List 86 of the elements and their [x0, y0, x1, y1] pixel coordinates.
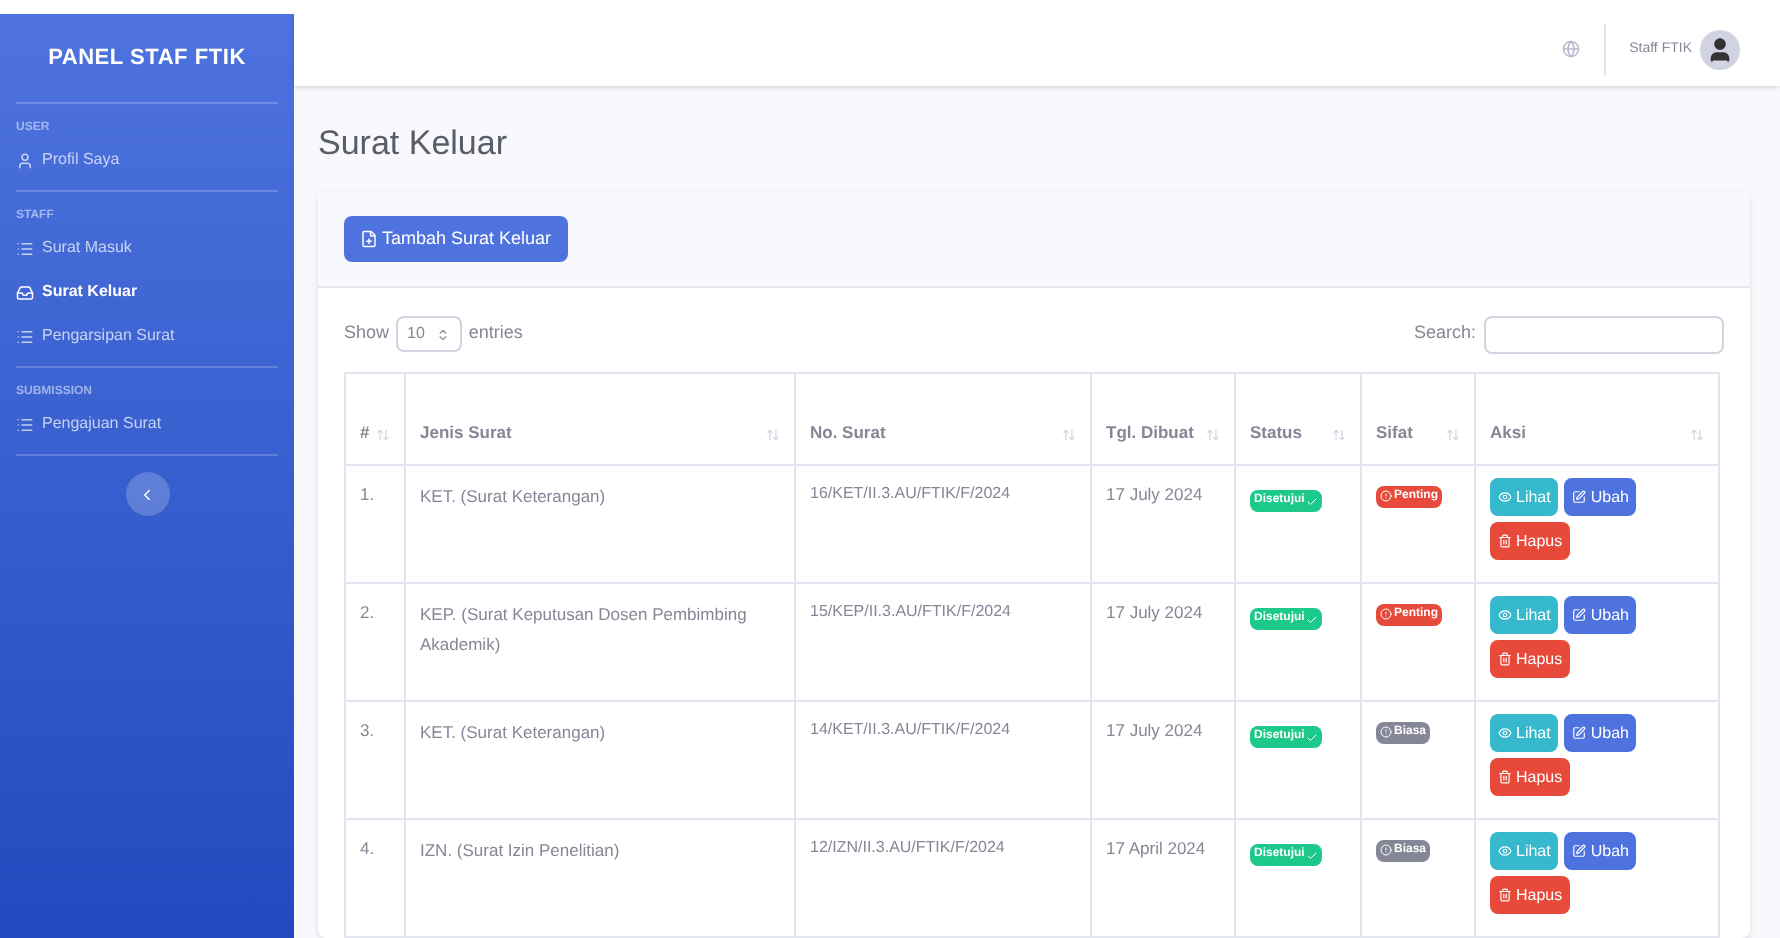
table-cell: KEP. (Surat Keputusan Dosen Pembimbing Akademik) [405, 583, 795, 701]
trash-icon [1498, 770, 1512, 784]
view-button[interactable]: Lihat [1490, 478, 1559, 516]
nav-item[interactable]: Surat Masuk [16, 226, 278, 270]
alert-icon [1380, 844, 1392, 856]
user-icon [16, 151, 34, 169]
table-cell: 15/KEP/II.3.AU/FTIK/F/2024 [795, 583, 1091, 701]
table-cell: 4. [345, 819, 405, 937]
entries-label: entries [468, 320, 523, 347]
sort-icon[interactable] [1062, 428, 1076, 442]
check-icon [1306, 495, 1319, 507]
list-icon [16, 239, 34, 257]
edit-icon [1572, 490, 1587, 504]
table-cell: 2. [345, 583, 405, 701]
trash-icon [1498, 652, 1512, 666]
table-cell: 17 July 2024 [1091, 465, 1235, 583]
column-header[interactable]: Aksi [1475, 373, 1719, 465]
column-header[interactable]: Tgl. Dibuat [1091, 373, 1235, 465]
show-label: Show [344, 320, 390, 347]
sort-icon[interactable] [376, 428, 390, 442]
eye-icon [1498, 844, 1512, 858]
edit-button[interactable]: Ubah [1564, 714, 1637, 752]
sort-icon[interactable] [1690, 428, 1704, 442]
entries-select[interactable]: 10 [395, 316, 463, 352]
eye-icon [1498, 490, 1512, 504]
column-header[interactable]: Sifat [1361, 373, 1475, 465]
table-cell: 14/KET/II.3.AU/FTIK/F/2024 [795, 701, 1091, 819]
edit-button[interactable]: Ubah [1564, 596, 1637, 634]
check-icon [1306, 731, 1319, 743]
sort-icon[interactable] [1332, 428, 1346, 442]
table-cell: KET. (Surat Keterangan) [405, 465, 795, 583]
list-icon [16, 327, 34, 345]
sort-icon[interactable] [1206, 428, 1220, 442]
collapse-button[interactable] [125, 472, 169, 516]
eye-icon [1498, 608, 1512, 622]
check-icon [1306, 849, 1319, 861]
view-button[interactable]: Lihat [1490, 596, 1559, 634]
list-icon [16, 415, 34, 433]
trash-icon [1498, 888, 1512, 902]
edit-icon [1572, 608, 1587, 622]
sort-icon[interactable] [766, 428, 780, 442]
brand-title[interactable]: PANEL STAF FTIK [0, 14, 294, 102]
trash-icon [1498, 534, 1512, 548]
column-header[interactable]: No. Surat [795, 373, 1091, 465]
page-title: Surat Keluar [318, 121, 509, 165]
table-cell: 17 July 2024 [1091, 701, 1235, 819]
add-button[interactable]: Tambah Surat Keluar [344, 216, 568, 262]
inbox-icon [16, 283, 34, 301]
search-label: Search: [1413, 320, 1476, 347]
column-header[interactable]: # [345, 373, 405, 465]
check-icon [1306, 613, 1319, 625]
edit-icon [1572, 726, 1587, 740]
delete-button[interactable]: Hapus [1490, 640, 1571, 678]
nav-item[interactable]: Profil Saya [16, 138, 278, 182]
edit-button[interactable]: Ubah [1564, 478, 1637, 516]
column-header[interactable]: Status [1235, 373, 1361, 465]
table-cell: 16/KET/II.3.AU/FTIK/F/2024 [795, 465, 1091, 583]
globe-icon[interactable] [1561, 40, 1580, 59]
sort-icon[interactable] [1446, 428, 1460, 442]
avatar-icon[interactable] [1700, 29, 1740, 70]
edit-icon [1572, 844, 1587, 858]
file-plus-icon [360, 230, 378, 248]
up-down-icon [436, 327, 451, 341]
delete-button[interactable]: Hapus [1490, 758, 1571, 796]
search-field[interactable] [1484, 315, 1724, 353]
eye-icon [1498, 726, 1512, 740]
nav-item[interactable]: Pengarsipan Surat [16, 314, 278, 358]
table-cell: 1. [345, 465, 405, 583]
view-button[interactable]: Lihat [1490, 832, 1559, 870]
delete-button[interactable]: Hapus [1490, 522, 1571, 560]
table-cell: 3. [345, 701, 405, 819]
view-button[interactable]: Lihat [1490, 714, 1559, 752]
nav-item[interactable]: Pengajuan Surat [16, 402, 278, 446]
alert-icon [1380, 726, 1392, 738]
delete-button[interactable]: Hapus [1490, 876, 1571, 914]
alert-icon [1380, 490, 1392, 502]
chevron-left-icon [138, 485, 156, 503]
column-header[interactable]: Jenis Surat [405, 373, 795, 465]
table-cell: 17 April 2024 [1091, 819, 1235, 937]
edit-button[interactable]: Ubah [1564, 832, 1637, 870]
table-cell: 17 July 2024 [1091, 583, 1235, 701]
table-cell: KET. (Surat Keterangan) [405, 701, 795, 819]
alert-icon [1380, 608, 1392, 620]
nav-item[interactable]: Surat Keluar [16, 270, 278, 314]
table-cell: 12/IZN/II.3.AU/FTIK/F/2024 [795, 819, 1091, 937]
table-cell: IZN. (Surat Izin Penelitian) [405, 819, 795, 937]
